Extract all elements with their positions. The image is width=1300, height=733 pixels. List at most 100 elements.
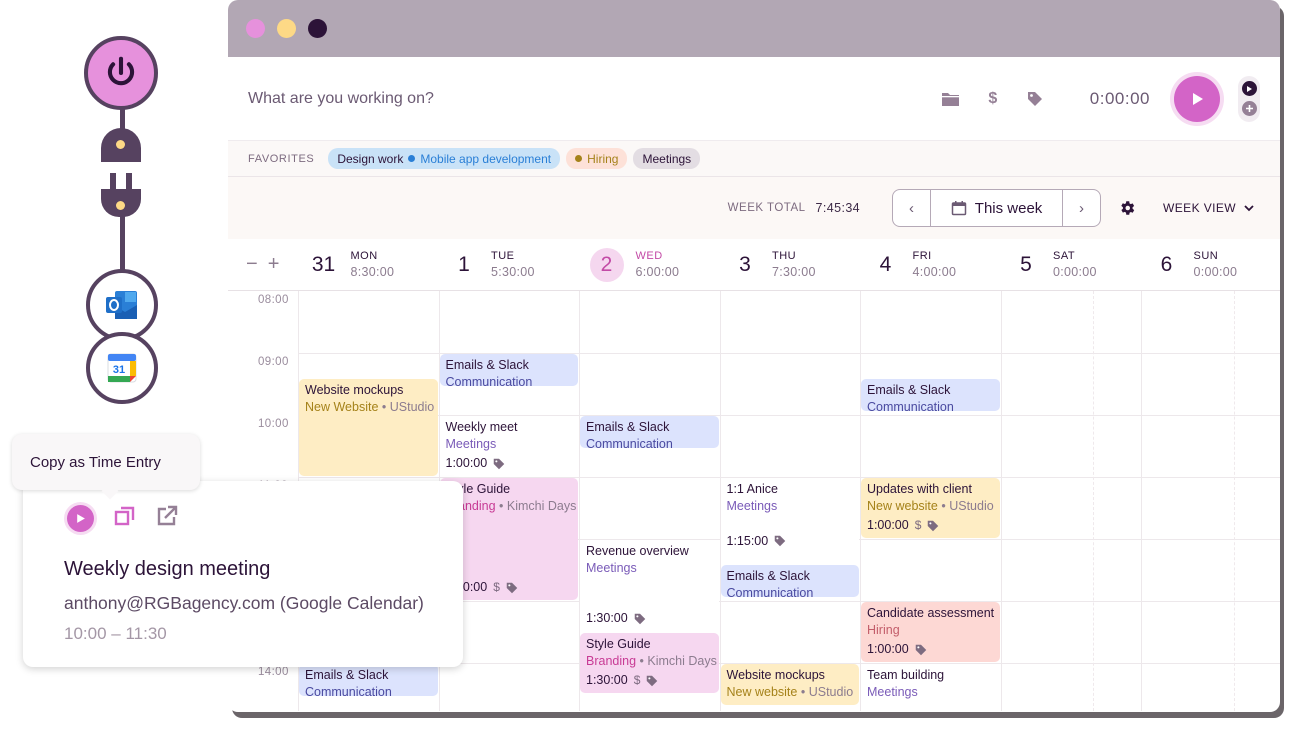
event-project: Meetings [445, 437, 497, 451]
event-duration: 1:30:00 [586, 611, 628, 625]
day-name: WED [635, 250, 663, 262]
open-external-button[interactable] [156, 505, 178, 532]
day-total: 5:30:00 [491, 265, 535, 279]
next-week-button[interactable]: › [1063, 190, 1100, 226]
calendar-event[interactable]: Website mockups New website • UStudio [720, 664, 859, 706]
timer-mode-icon[interactable] [1241, 81, 1257, 96]
week-picker-button[interactable]: This week [930, 190, 1064, 226]
event-project: Communication [445, 375, 533, 387]
day-number: 31 [311, 252, 336, 276]
day-total: 4:00:00 [912, 265, 957, 279]
day-total: 8:30:00 [350, 265, 395, 279]
integrations-rail: 31 [84, 36, 160, 406]
zoom-out-button[interactable]: − [246, 253, 258, 276]
calendar-event[interactable]: Candidate assessment Hiring 1:00:00 [861, 602, 1000, 662]
event-project: New website [867, 499, 938, 513]
calendar-event[interactable]: Emails & Slack Communication [720, 564, 859, 597]
project-dot [408, 155, 416, 162]
favorites-label: FAVORITES [248, 152, 315, 165]
minimize-window-button[interactable] [277, 19, 296, 38]
project-button[interactable] [942, 90, 960, 108]
calendar-event[interactable]: Weekly meet Meetings 1:00:00 [439, 416, 578, 476]
description-input[interactable] [248, 89, 918, 108]
day-name: SUN [1193, 250, 1219, 262]
title-bar [228, 0, 1280, 57]
timer-mode-toggle[interactable] [1238, 75, 1260, 122]
integration-outlook[interactable] [86, 269, 158, 341]
play-icon [77, 514, 85, 523]
day-name: MON [350, 250, 378, 262]
billable-icon: $ [914, 518, 922, 532]
integration-google-calendar[interactable]: 31 [86, 332, 158, 404]
manual-mode-icon[interactable] [1241, 101, 1257, 116]
event-duration: 1:00:00 [445, 456, 488, 470]
close-window-button[interactable] [246, 19, 265, 38]
socket-icon [101, 128, 141, 162]
calendar-event[interactable]: Emails & Slack Communication [439, 354, 578, 387]
event-duration: 1:00:00 [867, 642, 909, 656]
favorite-chip-design-work[interactable]: Design work Mobile app development [328, 148, 561, 169]
hour-label: 14:00 [258, 666, 289, 678]
hour-label: 10:00 [258, 418, 289, 430]
connector-line [120, 216, 125, 272]
event-title: Weekly design meeting [64, 558, 271, 580]
favorite-chip-hiring[interactable]: Hiring [566, 148, 628, 169]
event-title: Emails & Slack [726, 568, 810, 583]
power-button[interactable] [84, 36, 158, 110]
day-header-sat[interactable]: 5 SAT 0:00:00 [999, 248, 1140, 282]
event-project: Communication [586, 437, 673, 449]
favorite-chip-meetings[interactable]: Meetings [633, 148, 701, 169]
tags-button[interactable] [1026, 90, 1044, 108]
billable-button[interactable]: $ [984, 90, 1002, 108]
maximize-window-button[interactable] [308, 19, 327, 38]
calendar-event[interactable]: Revenue overview Meetings 1:30:00 [580, 540, 719, 631]
calendar-event[interactable]: 1:1 Anice Meetings 1:15:00 [720, 478, 859, 554]
day-header-thu[interactable]: 3 THU 7:30:00 [718, 248, 859, 282]
day-header-tue[interactable]: 1 TUE 5:30:00 [437, 248, 578, 282]
calendar-event[interactable]: Emails & Slack Communication [580, 416, 719, 449]
folder-icon [942, 92, 960, 106]
day-column-divider [1141, 291, 1142, 711]
event-title: Style Guide [445, 482, 511, 496]
day-total: 7:30:00 [772, 265, 816, 279]
event-title: Website mockups [726, 668, 825, 682]
calendar-event[interactable]: Style Guide Branding • Kimchi Days 1:30:00… [580, 633, 719, 693]
day-total: 6:00:00 [635, 265, 680, 279]
settings-button[interactable] [1117, 198, 1137, 218]
day-header-wed[interactable]: 2 WED 6:00:00 [578, 247, 719, 282]
calendar-event[interactable]: Updates with client New website • UStudio… [861, 478, 1000, 538]
previous-week-button[interactable]: ‹ [893, 190, 930, 226]
event-popover: Weekly design meeting anthony@RGBagency.… [23, 481, 463, 667]
event-project: Meetings [867, 685, 918, 699]
start-timer-button[interactable] [1174, 75, 1220, 122]
event-title: 1:1 Anice [726, 482, 778, 496]
day-number: 4 [879, 252, 892, 276]
calendar-event[interactable]: Website mockups New Website • UStudio [299, 378, 438, 476]
day-header-fri[interactable]: 4 FRI 4:00:00 [859, 248, 1000, 282]
day-name: SAT [1053, 250, 1076, 262]
timer-bar: $ 0:00:00 [228, 57, 1280, 141]
week-total-value: 7:45:34 [815, 201, 861, 215]
zoom-in-button[interactable]: + [268, 253, 280, 276]
week-navigator: ‹ This week › [892, 189, 1102, 227]
tag-icon [928, 520, 939, 531]
calendar-event[interactable]: Team building Meetings [861, 664, 1000, 706]
day-name: THU [772, 250, 797, 262]
day-header-mon[interactable]: 31 MON 8:30:00 [297, 248, 438, 282]
calendar-event[interactable]: Emails & Slack Communication [299, 664, 438, 697]
calendar-event[interactable]: Emails & Slack Communication [861, 378, 1000, 411]
tag-icon [915, 644, 926, 655]
tag-icon [506, 582, 518, 593]
week-total-label: WEEK TOTAL [727, 202, 806, 214]
day-number: 2 [589, 247, 624, 282]
copy-tooltip: Copy as Time Entry [12, 434, 200, 490]
tag-icon [634, 613, 645, 624]
day-headers: 31 MON 8:30:00 1 TUE 5:30:00 2 WED 6:00:00 3 THU 7:… [297, 247, 1281, 282]
day-header-sun[interactable]: 6 SUN 0:00:00 [1140, 248, 1281, 282]
copy-as-time-entry-button[interactable] [67, 505, 94, 532]
tag-icon [1027, 91, 1042, 106]
day-column-divider [1000, 291, 1002, 711]
view-selector[interactable]: WEEK VIEW [1163, 201, 1254, 215]
external-link-icon [157, 505, 178, 526]
duplicate-button[interactable] [114, 505, 136, 532]
